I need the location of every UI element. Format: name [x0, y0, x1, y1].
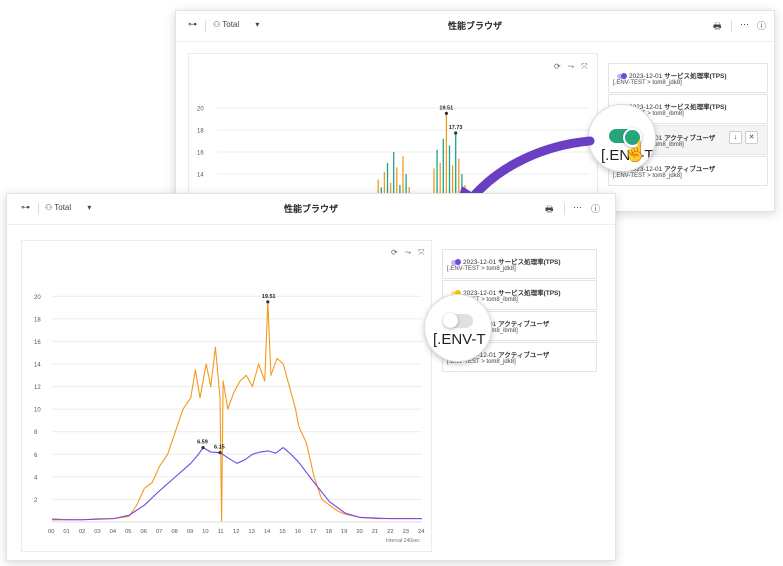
annotation-point	[454, 131, 458, 135]
x-tick-label: 22	[387, 529, 393, 535]
series-line	[51, 301, 422, 522]
help-icon[interactable]: ⓘ	[591, 202, 600, 215]
hand-cursor-icon: ☝	[623, 141, 648, 163]
back-window: ⊶ ⚇ Total ▾ 性能ブラウザ 🖶 ⋯ ⓘ ⟳⤳⤧ 20181614121…	[175, 10, 775, 215]
more-icon[interactable]: ⋯	[573, 202, 582, 213]
move-down-button[interactable]: ↓	[729, 131, 742, 144]
legend-metric: サービス処理率(TPS)	[498, 259, 561, 266]
close-button[interactable]: ✕	[745, 131, 758, 144]
legend-metric: アクティブユーザ	[664, 166, 716, 173]
legend-metric: アクティブユーザ	[498, 321, 550, 328]
x-tick-label: 06	[141, 529, 147, 535]
y-tick-label: 6	[34, 453, 38, 459]
y-tick-label: 4	[34, 475, 38, 481]
front-magnifier: [.ENV-T	[424, 294, 492, 362]
y-tick-label: 20	[34, 295, 41, 301]
legend-metric: アクティブユーザ	[498, 352, 550, 359]
annotation-point	[266, 300, 270, 304]
page-title: 性能ブラウザ	[447, 21, 502, 31]
x-tick-label: 18	[326, 529, 332, 535]
x-tick-label: 14	[264, 529, 271, 535]
legend-row: 2023-12-01 サービス処理率(TPS)	[617, 70, 727, 80]
legend-item[interactable]: 2023-12-01 サービス処理率(TPS) [.ENV-TEST > tom8…	[608, 63, 768, 93]
annotation-label: 6.59	[197, 440, 208, 446]
annotation-label: 19.51	[262, 294, 276, 300]
legend-item[interactable]: 2023-12-01 サービス処理率(TPS) [.ENV-TEST > tom8…	[442, 249, 597, 279]
x-tick-label: 03	[94, 529, 100, 535]
series-line	[52, 446, 422, 521]
annotation-point	[201, 446, 205, 450]
x-tick-label: 16	[295, 529, 301, 535]
x-tick-label: 23	[403, 529, 409, 535]
y-tick-label: 18	[197, 129, 204, 135]
x-tick-label: 17	[310, 529, 316, 535]
legend-row: 2023-12-01 サービス処理率(TPS)	[451, 256, 561, 266]
toggle-switch[interactable]	[617, 72, 627, 79]
x-tick-label: 13	[248, 529, 254, 535]
toggle-switch[interactable]	[451, 258, 461, 265]
annotation-label: 19.51	[439, 105, 453, 111]
legend-metric: アクティブユーザ	[664, 135, 716, 142]
divider	[564, 203, 565, 215]
legend-metric: サービス処理率(TPS)	[664, 73, 727, 80]
front-header: ⊶ ⚇ Total ▾ 性能ブラウザ 🖶 ⋯ ⓘ	[7, 194, 615, 225]
back-chart-svg: 201816141219.5117.73	[197, 105, 589, 214]
front-window: ⊶ ⚇ Total ▾ 性能ブラウザ 🖶 ⋯ ⓘ ⟳ ⤳ ⤧ 20 18 16 14 12 1…	[6, 193, 616, 561]
y-tick-label: 16	[34, 340, 41, 346]
magnifier-label: [.ENV-T	[433, 331, 486, 348]
y-tick-label: 2	[34, 498, 38, 504]
x-tick-label: 05	[125, 529, 131, 535]
y-tick-label: 14	[34, 363, 41, 369]
x-tick-label: 24	[418, 529, 425, 535]
x-tick-label: 19	[341, 529, 347, 535]
legend-date: 2023-12-01	[463, 259, 497, 266]
divider	[731, 20, 732, 32]
print-icon[interactable]: 🖶	[545, 202, 554, 218]
x-tick-label: 20	[356, 529, 362, 535]
annotation-point	[444, 111, 448, 115]
x-tick-label: 11	[218, 529, 224, 535]
annotation-label: 17.73	[449, 125, 463, 131]
back-header: ⊶ ⚇ Total ▾ 性能ブラウザ 🖶 ⋯ ⓘ	[176, 11, 774, 42]
print-icon[interactable]: 🖶	[713, 19, 722, 35]
back-magnifier: [.ENV-T ☝	[588, 104, 656, 172]
annotation-label: 6.15	[214, 445, 225, 451]
x-tick-label: 07	[156, 529, 162, 535]
x-tick-label: 21	[372, 529, 378, 535]
annotation-point	[218, 450, 222, 455]
legend-path: [.ENV-TEST > tom8_jdk8]	[447, 266, 516, 272]
legend-path: [.ENV-TEST > tom8_jdk8]	[613, 80, 682, 86]
x-tick-label: 04	[110, 529, 117, 535]
help-icon[interactable]: ⓘ	[757, 19, 766, 32]
page-title: 性能ブラウザ	[283, 204, 338, 214]
y-tick-label: 12	[34, 385, 41, 391]
x-tick-label: 08	[171, 529, 177, 535]
toggle-knob	[443, 313, 458, 328]
back-chart-panel: ⟳⤳⤧ 201816141219.5117.73	[188, 53, 598, 215]
x-tick-label: 00	[48, 529, 54, 535]
front-chart-svg: 20 18 16 14 12 10 8 6 4 2 00 01 02 03 04 05 06 07 08 09 10 11…	[34, 294, 425, 544]
x-tick-label: 01	[63, 529, 69, 535]
y-tick-label: 18	[34, 317, 41, 323]
y-tick-label: 14	[197, 173, 204, 179]
more-icon[interactable]: ⋯	[740, 19, 749, 30]
legend-path: [.ENV-TEST > tom8_jdk8]	[613, 173, 682, 179]
interval-label: Interval 240sec	[386, 538, 420, 544]
x-tick-label: 15	[279, 529, 285, 535]
y-tick-label: 8	[34, 430, 38, 436]
legend-metric: サービス処理率(TPS)	[664, 104, 727, 111]
y-tick-label: 20	[197, 107, 204, 113]
x-tick-label: 12	[233, 529, 239, 535]
front-chart-panel: ⟳ ⤳ ⤧ 20 18 16 14 12 10 8 6 4 2 00 01 02 03 04 05 06 07 08 09…	[21, 240, 432, 552]
x-tick-label: 09	[187, 529, 193, 535]
y-tick-label: 16	[197, 151, 204, 157]
y-tick-label: 10	[34, 408, 41, 414]
x-tick-label: 10	[202, 529, 208, 535]
x-tick-label: 02	[79, 529, 85, 535]
legend-date: 2023-12-01	[629, 73, 663, 80]
legend-metric: サービス処理率(TPS)	[498, 290, 561, 297]
